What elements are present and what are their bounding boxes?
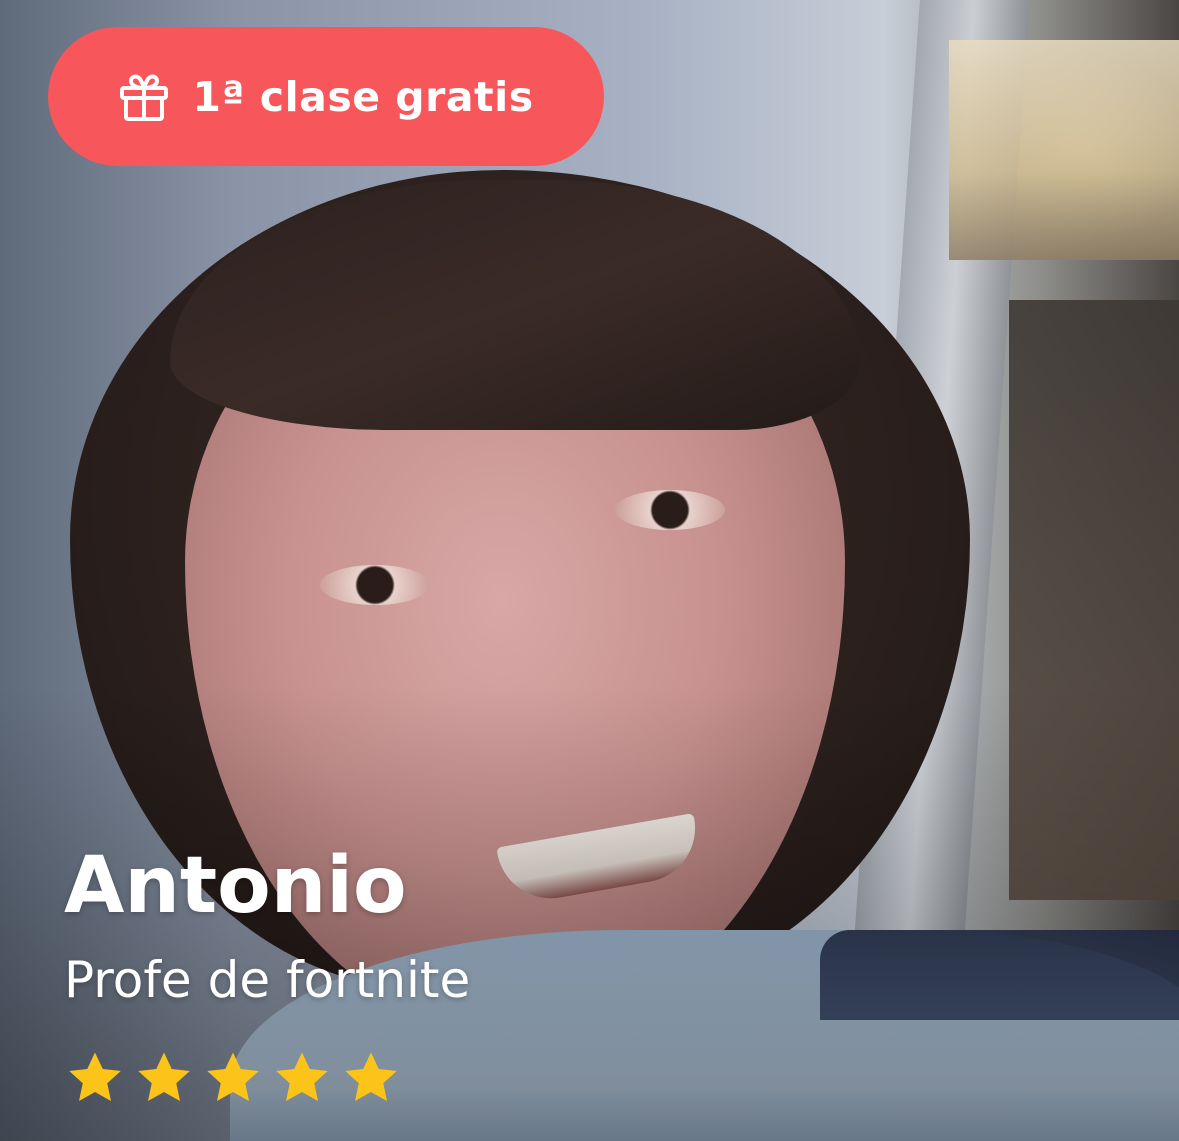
star-icon: [207, 1052, 259, 1101]
star-icon: [345, 1052, 397, 1101]
free-class-label: 1ª clase gratis: [192, 72, 534, 121]
teacher-subtitle: Profe de fortnite: [64, 951, 471, 1009]
free-class-badge[interactable]: 1ª clase gratis: [48, 27, 604, 166]
star-icon: [276, 1052, 328, 1101]
star-icon: [138, 1052, 190, 1101]
teacher-name: Antonio: [64, 841, 407, 931]
gift-icon: [120, 74, 169, 121]
teacher-card[interactable]: 1ª clase gratis Antonio Profe de fortnit…: [0, 0, 1179, 1141]
teacher-info: Antonio Profe de fortnite: [64, 838, 470, 1108]
rating-stars: [64, 1048, 470, 1108]
star-icon: [69, 1052, 121, 1101]
